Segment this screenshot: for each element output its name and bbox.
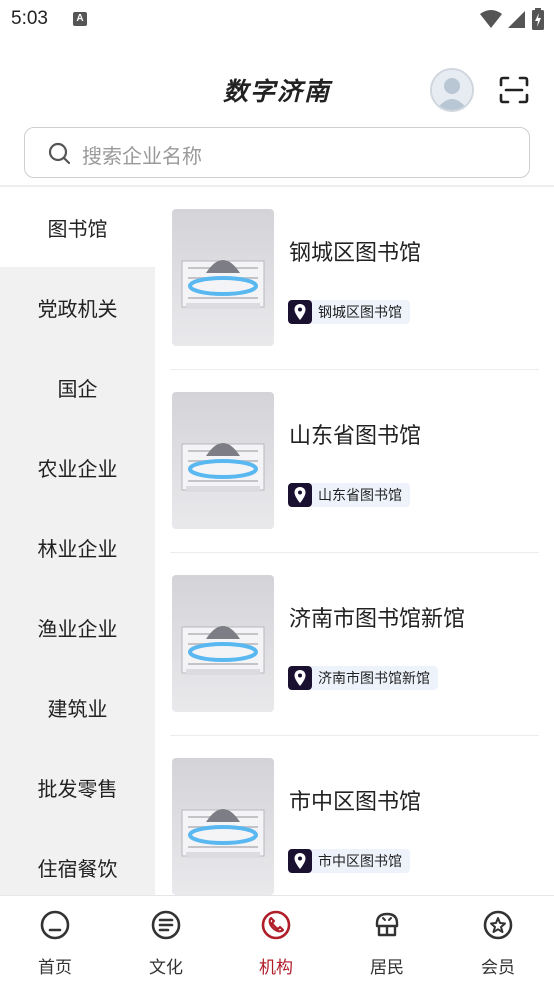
nav-label: 首页 [38,958,72,978]
location-pin-icon [288,849,312,873]
status-bar: 5:03 A [0,0,554,40]
nav-label: 机构 [259,958,293,978]
location-pin-icon [288,483,312,507]
search-input[interactable]: 搜索企业名称 [24,127,530,178]
location-tag-label: 山东省图书馆 [318,488,402,504]
nav-culture[interactable]: 文化 [111,896,221,986]
location-tag: 山东省图书馆 [288,483,410,507]
avatar[interactable] [430,68,474,112]
nav-label: 居民 [370,958,404,978]
location-tag-label: 钢城区图书馆 [318,305,402,321]
status-icons [480,8,544,30]
list-item[interactable]: 济南市图书馆新馆 济南市图书馆新馆 [170,553,539,736]
bottom-nav: 首页 文化 机构 居民 会员 [0,895,554,986]
sidebar-item-label: 林业企业 [37,536,118,561]
library-title: 钢城区图书馆 [289,241,422,266]
sidebar-item-government[interactable]: 党政机关 [0,267,155,347]
sidebar-item-library[interactable]: 图书馆 [0,187,155,267]
scan-icon[interactable] [499,76,529,104]
nav-resident[interactable]: 居民 [332,896,442,986]
library-title: 山东省图书馆 [289,424,422,449]
sidebar-item-label: 批发零售 [37,776,118,801]
location-tag-label: 市中区图书馆 [318,854,402,870]
status-time: 5:03 [11,8,48,29]
list-item[interactable]: 山东省图书馆 山东省图书馆 [170,370,539,553]
nav-home[interactable]: 首页 [0,896,110,986]
library-thumbnail [172,575,274,712]
category-sidebar: 图书馆 党政机关 国企 农业企业 林业企业 渔业企业 建筑业 批发零售 住宿餐饮 [0,187,155,895]
nav-label: 文化 [149,958,183,978]
sidebar-item-construction[interactable]: 建筑业 [0,667,155,747]
library-building-image [181,260,265,309]
location-tag-label: 济南市图书馆新馆 [318,671,430,687]
nav-member[interactable]: 会员 [443,896,553,986]
sidebar-item-label: 国企 [57,376,98,401]
culture-icon [151,910,181,940]
sidebar-item-label: 图书馆 [47,216,108,241]
nav-label: 会员 [481,958,515,978]
list-item[interactable]: 市中区图书馆 市中区图书馆 [170,736,539,895]
library-thumbnail [172,209,274,346]
sidebar-item-fishery[interactable]: 渔业企业 [0,587,155,667]
app-header: 数字济南 [0,50,554,126]
sidebar-item-state-enterprise[interactable]: 国企 [0,347,155,427]
library-building-image [181,443,265,492]
location-pin-icon [288,300,312,324]
sidebar-item-agriculture[interactable]: 农业企业 [0,427,155,507]
sidebar-item-forestry[interactable]: 林业企业 [0,507,155,587]
library-thumbnail [172,392,274,529]
library-list: 钢城区图书馆 钢城区图书馆 山东省图书馆 山东省图书馆 济南市图书馆新馆 济南市… [155,187,554,895]
location-tag: 济南市图书馆新馆 [288,666,438,690]
sidebar-item-label: 住宿餐饮 [37,856,118,881]
user-avatar-icon [432,70,472,110]
battery-icon [532,8,544,30]
library-building-image [181,626,265,675]
library-title: 济南市图书馆新馆 [289,607,466,632]
resident-icon [375,912,399,937]
nav-institution[interactable]: 机构 [221,896,331,986]
sidebar-item-hospitality[interactable]: 住宿餐饮 [0,827,155,895]
location-pin-icon [288,666,312,690]
home-icon [40,910,70,940]
location-tag: 市中区图书馆 [288,849,410,873]
member-icon [483,910,513,940]
sidebar-item-label: 农业企业 [37,456,118,481]
sidebar-item-label: 党政机关 [37,296,118,321]
sidebar-item-retail[interactable]: 批发零售 [0,747,155,827]
institution-icon [261,910,291,940]
search-placeholder: 搜索企业名称 [82,144,202,168]
library-thumbnail [172,758,274,895]
library-title: 市中区图书馆 [289,790,422,815]
sidebar-item-label: 渔业企业 [37,616,118,641]
list-item[interactable]: 钢城区图书馆 钢城区图书馆 [170,187,539,370]
location-tag: 钢城区图书馆 [288,300,410,324]
notification-icon: A [73,12,87,26]
sidebar-item-label: 建筑业 [47,696,108,721]
library-building-image [181,809,265,858]
wifi-icon [480,10,502,28]
search-icon [48,142,71,165]
signal-icon [508,11,525,28]
